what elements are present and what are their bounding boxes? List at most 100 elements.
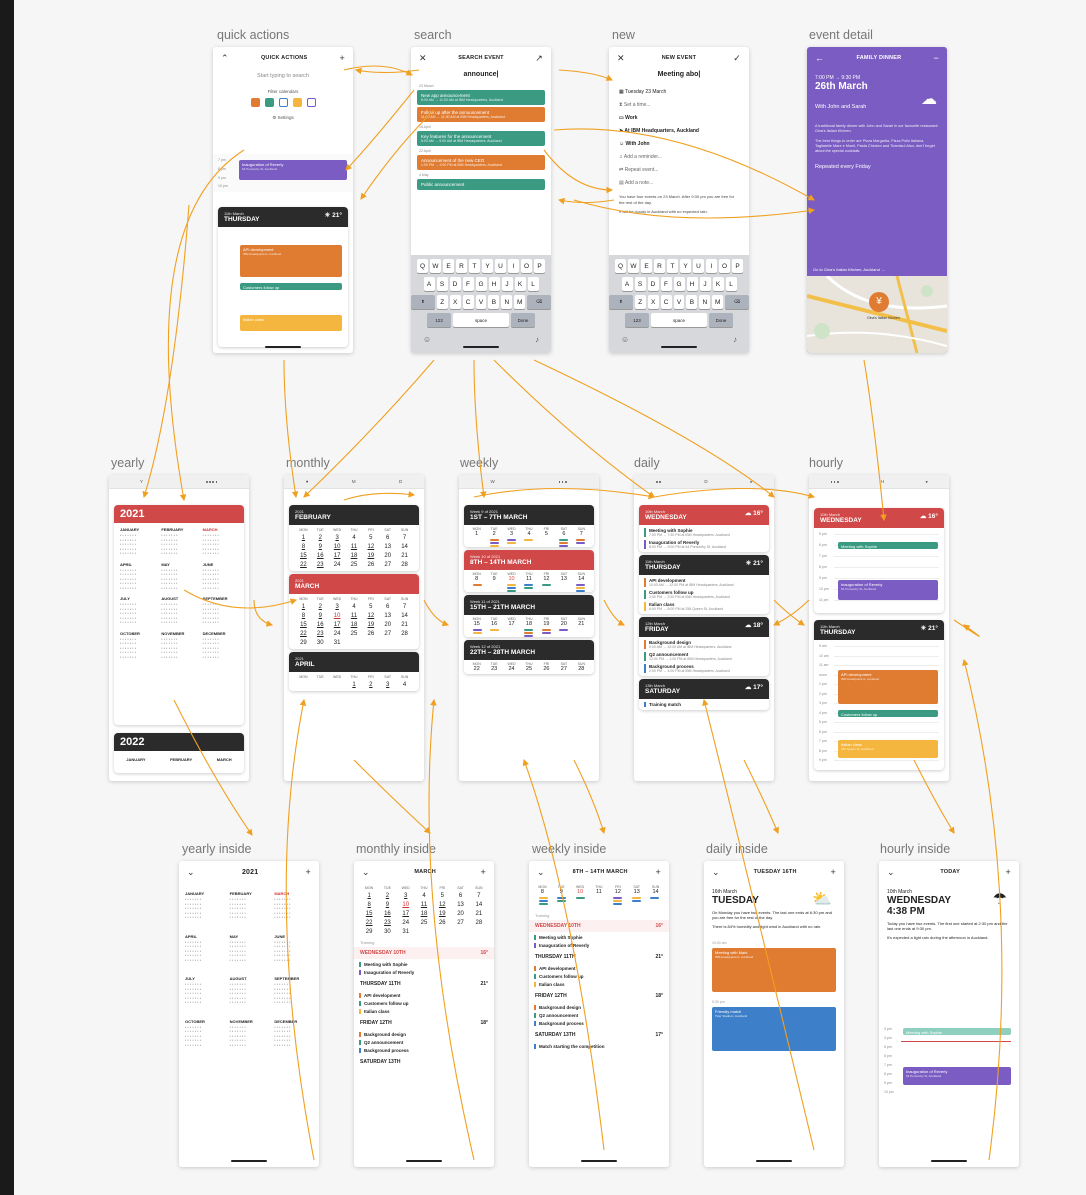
map[interactable]: ¥ Gina's Italian Kitchen	[807, 274, 947, 353]
event-block[interactable]: Meeting with Sophie	[838, 542, 938, 549]
key-t[interactable]: T	[667, 259, 678, 273]
year-month[interactable]: JANUARY • • • • • • • • • • • • • • • • •…	[185, 891, 224, 920]
plus-icon[interactable]: +	[481, 867, 486, 877]
key-r[interactable]: R	[654, 259, 665, 273]
minus-icon[interactable]: −	[934, 53, 939, 63]
day-cell[interactable]: 1	[468, 531, 485, 537]
event-block[interactable]: Customers follow up	[838, 710, 938, 717]
day-cell[interactable]: 18	[346, 553, 363, 559]
time-row[interactable]: ⧗ Set a time...	[619, 99, 749, 112]
year-month[interactable]: SEPTEMBER • • • • • • • • • • • • • • • •…	[203, 596, 238, 625]
year-month[interactable]: DECEMBER • • • • • • • • • • • • • • • • …	[203, 631, 238, 660]
day-cell[interactable]: 3	[329, 535, 346, 541]
key-k[interactable]: K	[712, 277, 724, 291]
key-n[interactable]: N	[501, 295, 513, 309]
day-cell[interactable]: 25	[520, 666, 537, 672]
event-block[interactable]: Meeting with Sophie	[903, 1028, 1011, 1035]
day-cell[interactable]: 22	[295, 631, 312, 637]
event-block[interactable]: API development IBM Headquarters, Aucklan…	[838, 670, 938, 704]
day-cell[interactable]: 20	[555, 621, 572, 627]
event-item[interactable]: Background design	[359, 1032, 489, 1037]
day-cell[interactable]: 30	[378, 929, 396, 935]
key-e[interactable]: E	[443, 259, 454, 273]
event-block[interactable]: API development IBM Headquarters, Aucklan…	[240, 245, 342, 277]
plus-icon[interactable]: +	[340, 53, 345, 63]
day-cell[interactable]: 27	[379, 562, 396, 568]
day-cell[interactable]: 24	[503, 666, 520, 672]
key-j[interactable]: J	[699, 277, 711, 291]
year-month[interactable]: AUGUST • • • • • • • • • • • • • • • • • …	[161, 596, 196, 625]
guest-row[interactable]: ☺ With John	[619, 138, 749, 151]
event-item[interactable]: API development	[534, 966, 664, 971]
event-item[interactable]: API development	[359, 993, 489, 998]
day-cell[interactable]: 19	[362, 553, 379, 559]
day-cell[interactable]: 9	[312, 544, 329, 550]
key-a[interactable]: A	[621, 277, 633, 291]
key-w[interactable]: W	[430, 259, 441, 273]
day-cell[interactable]: 13	[451, 902, 469, 908]
search-result[interactable]: Announcement of the new CEO 1:00 PM → 2:0…	[417, 155, 545, 170]
day-cell[interactable]: 12	[433, 902, 451, 908]
event-item[interactable]: Training match	[644, 702, 764, 707]
day-cell[interactable]: 7	[396, 535, 413, 541]
key-m[interactable]: M	[514, 295, 526, 309]
search-result[interactable]: Follow up after the announcement 11:00 AM…	[417, 107, 545, 122]
day-cell[interactable]: 8	[360, 902, 378, 908]
day-cell[interactable]: 29	[360, 929, 378, 935]
event-item[interactable]: Inauguration of Reverly	[534, 943, 664, 948]
event-name-input[interactable]: Meeting abo|	[609, 71, 749, 78]
day-cell[interactable]: 14	[396, 613, 413, 619]
year-month[interactable]: MAY • • • • • • • • • • • • • • • • • • •…	[161, 562, 196, 591]
microphone-icon[interactable]: ♪	[733, 335, 737, 344]
event-item[interactable]: Italian class	[534, 982, 664, 987]
key-g[interactable]: G	[475, 277, 487, 291]
view-switcher[interactable]: ● M D	[284, 475, 424, 489]
day-cell[interactable]: 16	[312, 622, 329, 628]
back-arrow-icon[interactable]: ←	[815, 53, 824, 63]
event-item[interactable]: Meeting with Sophie	[534, 935, 664, 940]
event-item[interactable]: Background process	[359, 1048, 489, 1053]
day-cell[interactable]: 23	[312, 631, 329, 637]
day-cell[interactable]: 8	[468, 576, 485, 582]
event-item[interactable]: Customers follow up	[534, 974, 664, 979]
key-m[interactable]: M	[712, 295, 724, 309]
year-month[interactable]: AUGUST • • • • • • • • • • • • • • • • • …	[230, 976, 269, 1005]
year-month[interactable]: JUNE • • • • • • • • • • • • • • • • • • …	[274, 934, 313, 963]
day-cell[interactable]: 26	[538, 666, 555, 672]
event-item[interactable]: Background design 9:00 AM → 10:00 AM at I…	[644, 640, 764, 649]
year-month[interactable]: MARCH • • • • • • • • • • • • • • • • • •…	[274, 891, 313, 920]
day-cell[interactable]: 3	[379, 682, 396, 688]
backspace-key[interactable]: ⌫	[725, 295, 749, 309]
key-n[interactable]: N	[699, 295, 711, 309]
day-cell[interactable]: 10	[571, 889, 590, 895]
day-cell[interactable]: 9	[378, 902, 396, 908]
day-cell[interactable]: 17	[329, 553, 346, 559]
year-month[interactable]: APRIL • • • • • • • • • • • • • • • • • •…	[120, 562, 155, 591]
day-cell[interactable]: 25	[346, 631, 363, 637]
microphone-icon[interactable]: ♪	[535, 335, 539, 344]
search-result[interactable]: New app announcement 8:00 AM → 11:00 AM a…	[417, 90, 545, 105]
day-cell[interactable]: 2	[312, 535, 329, 541]
day-cell[interactable]: 17	[329, 622, 346, 628]
day-cell[interactable]: 13	[627, 889, 646, 895]
day-cell[interactable]: 4	[396, 682, 413, 688]
day-cell[interactable]: 13	[379, 613, 396, 619]
event-block[interactable]: Meeting with Mark IBM Headquarters, Auckl…	[712, 948, 836, 992]
key-v[interactable]: V	[475, 295, 487, 309]
key-d[interactable]: D	[449, 277, 461, 291]
day-cell[interactable]: 15	[360, 911, 378, 917]
key-p[interactable]: P	[534, 259, 545, 273]
filter-blue[interactable]	[278, 98, 288, 107]
key-y[interactable]: Y	[680, 259, 691, 273]
day-cell[interactable]: 27	[555, 666, 572, 672]
year-month[interactable]: JULY • • • • • • • • • • • • • • • • • • …	[120, 596, 155, 625]
day-cell[interactable]: 20	[379, 622, 396, 628]
day-cell[interactable]: 29	[295, 640, 312, 646]
year-month[interactable]: OCTOBER • • • • • • • • • • • • • • • • •…	[120, 631, 155, 660]
key-a[interactable]: A	[423, 277, 435, 291]
year-month[interactable]: MARCH • • • • • • • • • • • • • • • • • •…	[203, 527, 238, 556]
calendar-row[interactable]: ▭ Work	[619, 112, 749, 125]
key-o[interactable]: O	[719, 259, 730, 273]
key-i[interactable]: I	[508, 259, 519, 273]
key-z[interactable]: Z	[634, 295, 646, 309]
